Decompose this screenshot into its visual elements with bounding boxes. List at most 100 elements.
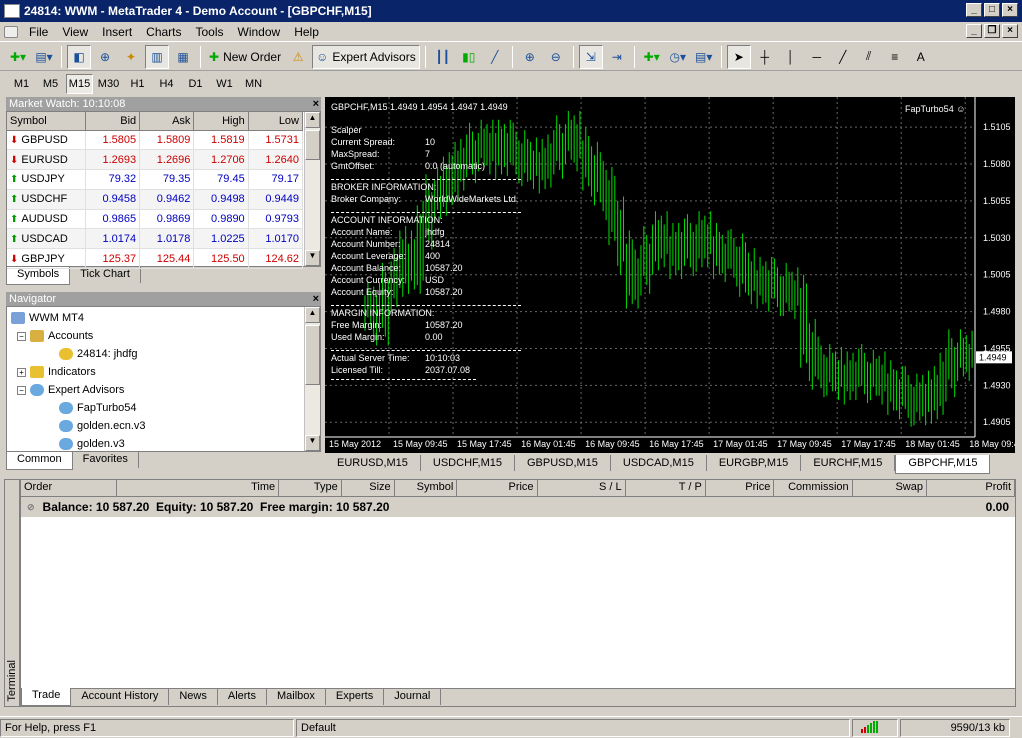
fibonacci-icon[interactable]: ≡ [883,45,907,69]
vertical-line-icon[interactable]: │ [779,45,803,69]
market-watch-row[interactable]: ⬇ GBPJPY 125.37 125.44 125.50 124.62 [7,248,304,270]
menu-insert[interactable]: Insert [95,25,139,39]
line-chart-icon[interactable]: ╱ [483,45,507,69]
col-bid[interactable]: Bid [85,112,141,131]
data-window-icon[interactable]: ⊕ [93,45,117,69]
chart-tab[interactable]: GBPCHF,M15 [895,455,991,474]
cursor-icon[interactable]: ➤ [726,44,751,69]
menu-file[interactable]: File [22,25,55,39]
terminal-col-header[interactable]: Price [457,480,538,497]
candlestick-icon[interactable]: ▮▯ [457,45,481,69]
tab-favorites[interactable]: Favorites [73,452,139,468]
price-chart[interactable]: 1.5105 1.5080 1.5055 1.5030 1.5005 1.4980 1.49… [325,97,1015,453]
strategy-tester-icon[interactable]: ▦ [171,45,195,69]
terminal-icon[interactable]: ▥ [145,44,169,69]
equidistant-channel-icon[interactable]: ⫽ [857,45,881,69]
col-ask[interactable]: Ask [139,112,195,131]
terminal-tab[interactable]: Experts [326,689,385,705]
terminal-tab[interactable]: Alerts [218,689,267,705]
new-chart-icon[interactable]: ✚▾ [6,45,30,69]
terminal-col-header[interactable]: Swap [852,480,927,497]
nav-indicators[interactable]: + Indicators [11,363,316,381]
market-watch-row[interactable]: ⬆ AUDUSD 0.9865 0.9869 0.9890 0.9793 [7,209,304,230]
nav-ea-item[interactable]: golden.v3 [11,435,316,451]
market-watch-row[interactable]: ⬆ USDCAD 1.0174 1.0178 1.0225 1.0170 [7,228,304,250]
child-minimize-button[interactable]: _ [966,24,982,38]
expert-advisors-button[interactable]: ☺ Expert Advisors [312,44,420,69]
terminal-col-header[interactable]: Time [116,480,280,497]
zoom-in-icon[interactable]: ⊕ [518,45,542,69]
expand-icon[interactable]: + [17,367,26,377]
market-watch-row[interactable]: ⬆ USDJPY 79.32 79.35 79.45 79.17 [7,169,304,190]
chart-tab[interactable]: USDCAD,M15 [611,455,707,471]
close-icon[interactable]: × [313,292,319,306]
menu-window[interactable]: Window [231,25,288,39]
tf-m1[interactable]: M1 [8,74,35,94]
terminal-col-header[interactable]: Commission [774,480,853,497]
terminal-col-header[interactable]: S / L [537,480,626,497]
horizontal-line-icon[interactable]: ─ [805,45,829,69]
collapse-icon[interactable]: − [17,385,26,395]
menu-charts[interactable]: Charts [139,25,188,39]
chart-tab[interactable]: GBPUSD,M15 [515,455,611,471]
close-icon[interactable]: × [313,97,319,111]
minimize-button[interactable]: _ [966,3,982,17]
terminal-tab[interactable]: Account History [71,689,170,705]
col-low[interactable]: Low [248,112,304,131]
warning-icon[interactable]: ⚠ [286,45,310,69]
market-watch-scrollbar[interactable]: ▲ ▼ [304,112,320,266]
nav-ea-item[interactable]: FapTurbo54 [11,399,316,417]
market-watch-row[interactable]: ⬇ GBPUSD 1.5805 1.5809 1.5819 1.5731 [7,130,304,151]
bar-chart-icon[interactable]: ┃┃ [431,45,455,69]
nav-root[interactable]: WWM MT4 [11,309,316,327]
menu-tools[interactable]: Tools [189,25,231,39]
market-watch-icon[interactable]: ◧ [67,44,91,69]
terminal-tab[interactable]: Journal [384,689,442,705]
navigator-icon[interactable]: ✦ [119,45,143,69]
tf-mn[interactable]: MN [240,74,267,94]
menu-help[interactable]: Help [287,25,326,39]
nav-ea-item[interactable]: golden.ecn.v3 [11,417,316,435]
terminal-col-header[interactable]: Price [705,480,775,497]
autoscroll-icon[interactable]: ⇲ [578,44,603,69]
child-restore-button[interactable]: ❐ [984,24,1000,38]
templates-icon[interactable]: ▤▾ [692,45,716,69]
child-close-button[interactable]: × [1002,24,1018,38]
balance-row[interactable]: ⊘ Balance: 10 587.20 Equity: 10 587.20 F… [21,497,1015,517]
maximize-button[interactable]: □ [984,3,1000,17]
crosshair-icon[interactable]: ┼ [753,45,777,69]
profiles-icon[interactable]: ▤▾ [32,45,56,69]
nav-expert-advisors[interactable]: − Expert Advisors [11,381,316,399]
terminal-tab[interactable]: Trade [21,688,72,706]
nav-account-item[interactable]: 24814: jhdfg [11,345,316,363]
trendline-icon[interactable]: ╱ [831,45,855,69]
text-icon[interactable]: A [909,45,933,69]
col-high[interactable]: High [193,112,249,131]
tf-m5[interactable]: M5 [37,74,64,94]
chart-tab[interactable]: EURGBP,M15 [707,455,802,471]
periods-icon[interactable]: ◷▾ [666,45,690,69]
tab-symbols[interactable]: Symbols [6,267,71,285]
close-button[interactable]: × [1002,3,1018,17]
tf-d1[interactable]: D1 [182,74,209,94]
chart-tab[interactable]: EURUSD,M15 [325,455,421,471]
zoom-out-icon[interactable]: ⊖ [544,45,568,69]
chart-shift-icon[interactable]: ⇥ [605,45,629,69]
terminal-col-header[interactable]: Symbol [394,480,458,497]
terminal-col-header[interactable]: Type [279,480,342,497]
terminal-tab[interactable]: Mailbox [267,689,326,705]
market-watch-row[interactable]: ⬇ EURUSD 1.2693 1.2696 1.2706 1.2640 [7,149,304,171]
chart-tab[interactable]: EURCHF,M15 [801,455,896,471]
market-watch-row[interactable]: ⬆ USDCHF 0.9458 0.9462 0.9498 0.9449 [7,189,304,210]
chart-tab[interactable]: USDCHF,M15 [421,455,515,471]
terminal-tab[interactable]: News [169,689,218,705]
tf-m30[interactable]: M30 [95,74,122,94]
terminal-col-header[interactable]: Size [341,480,395,497]
nav-accounts[interactable]: − Accounts [11,327,316,345]
terminal-col-header[interactable]: Order [21,480,117,497]
tf-h1[interactable]: H1 [124,74,151,94]
navigator-scrollbar[interactable]: ▲ ▼ [304,307,320,451]
tf-m15[interactable]: M15 [66,74,93,94]
tab-tick-chart[interactable]: Tick Chart [70,267,141,283]
collapse-icon[interactable]: − [17,331,26,341]
